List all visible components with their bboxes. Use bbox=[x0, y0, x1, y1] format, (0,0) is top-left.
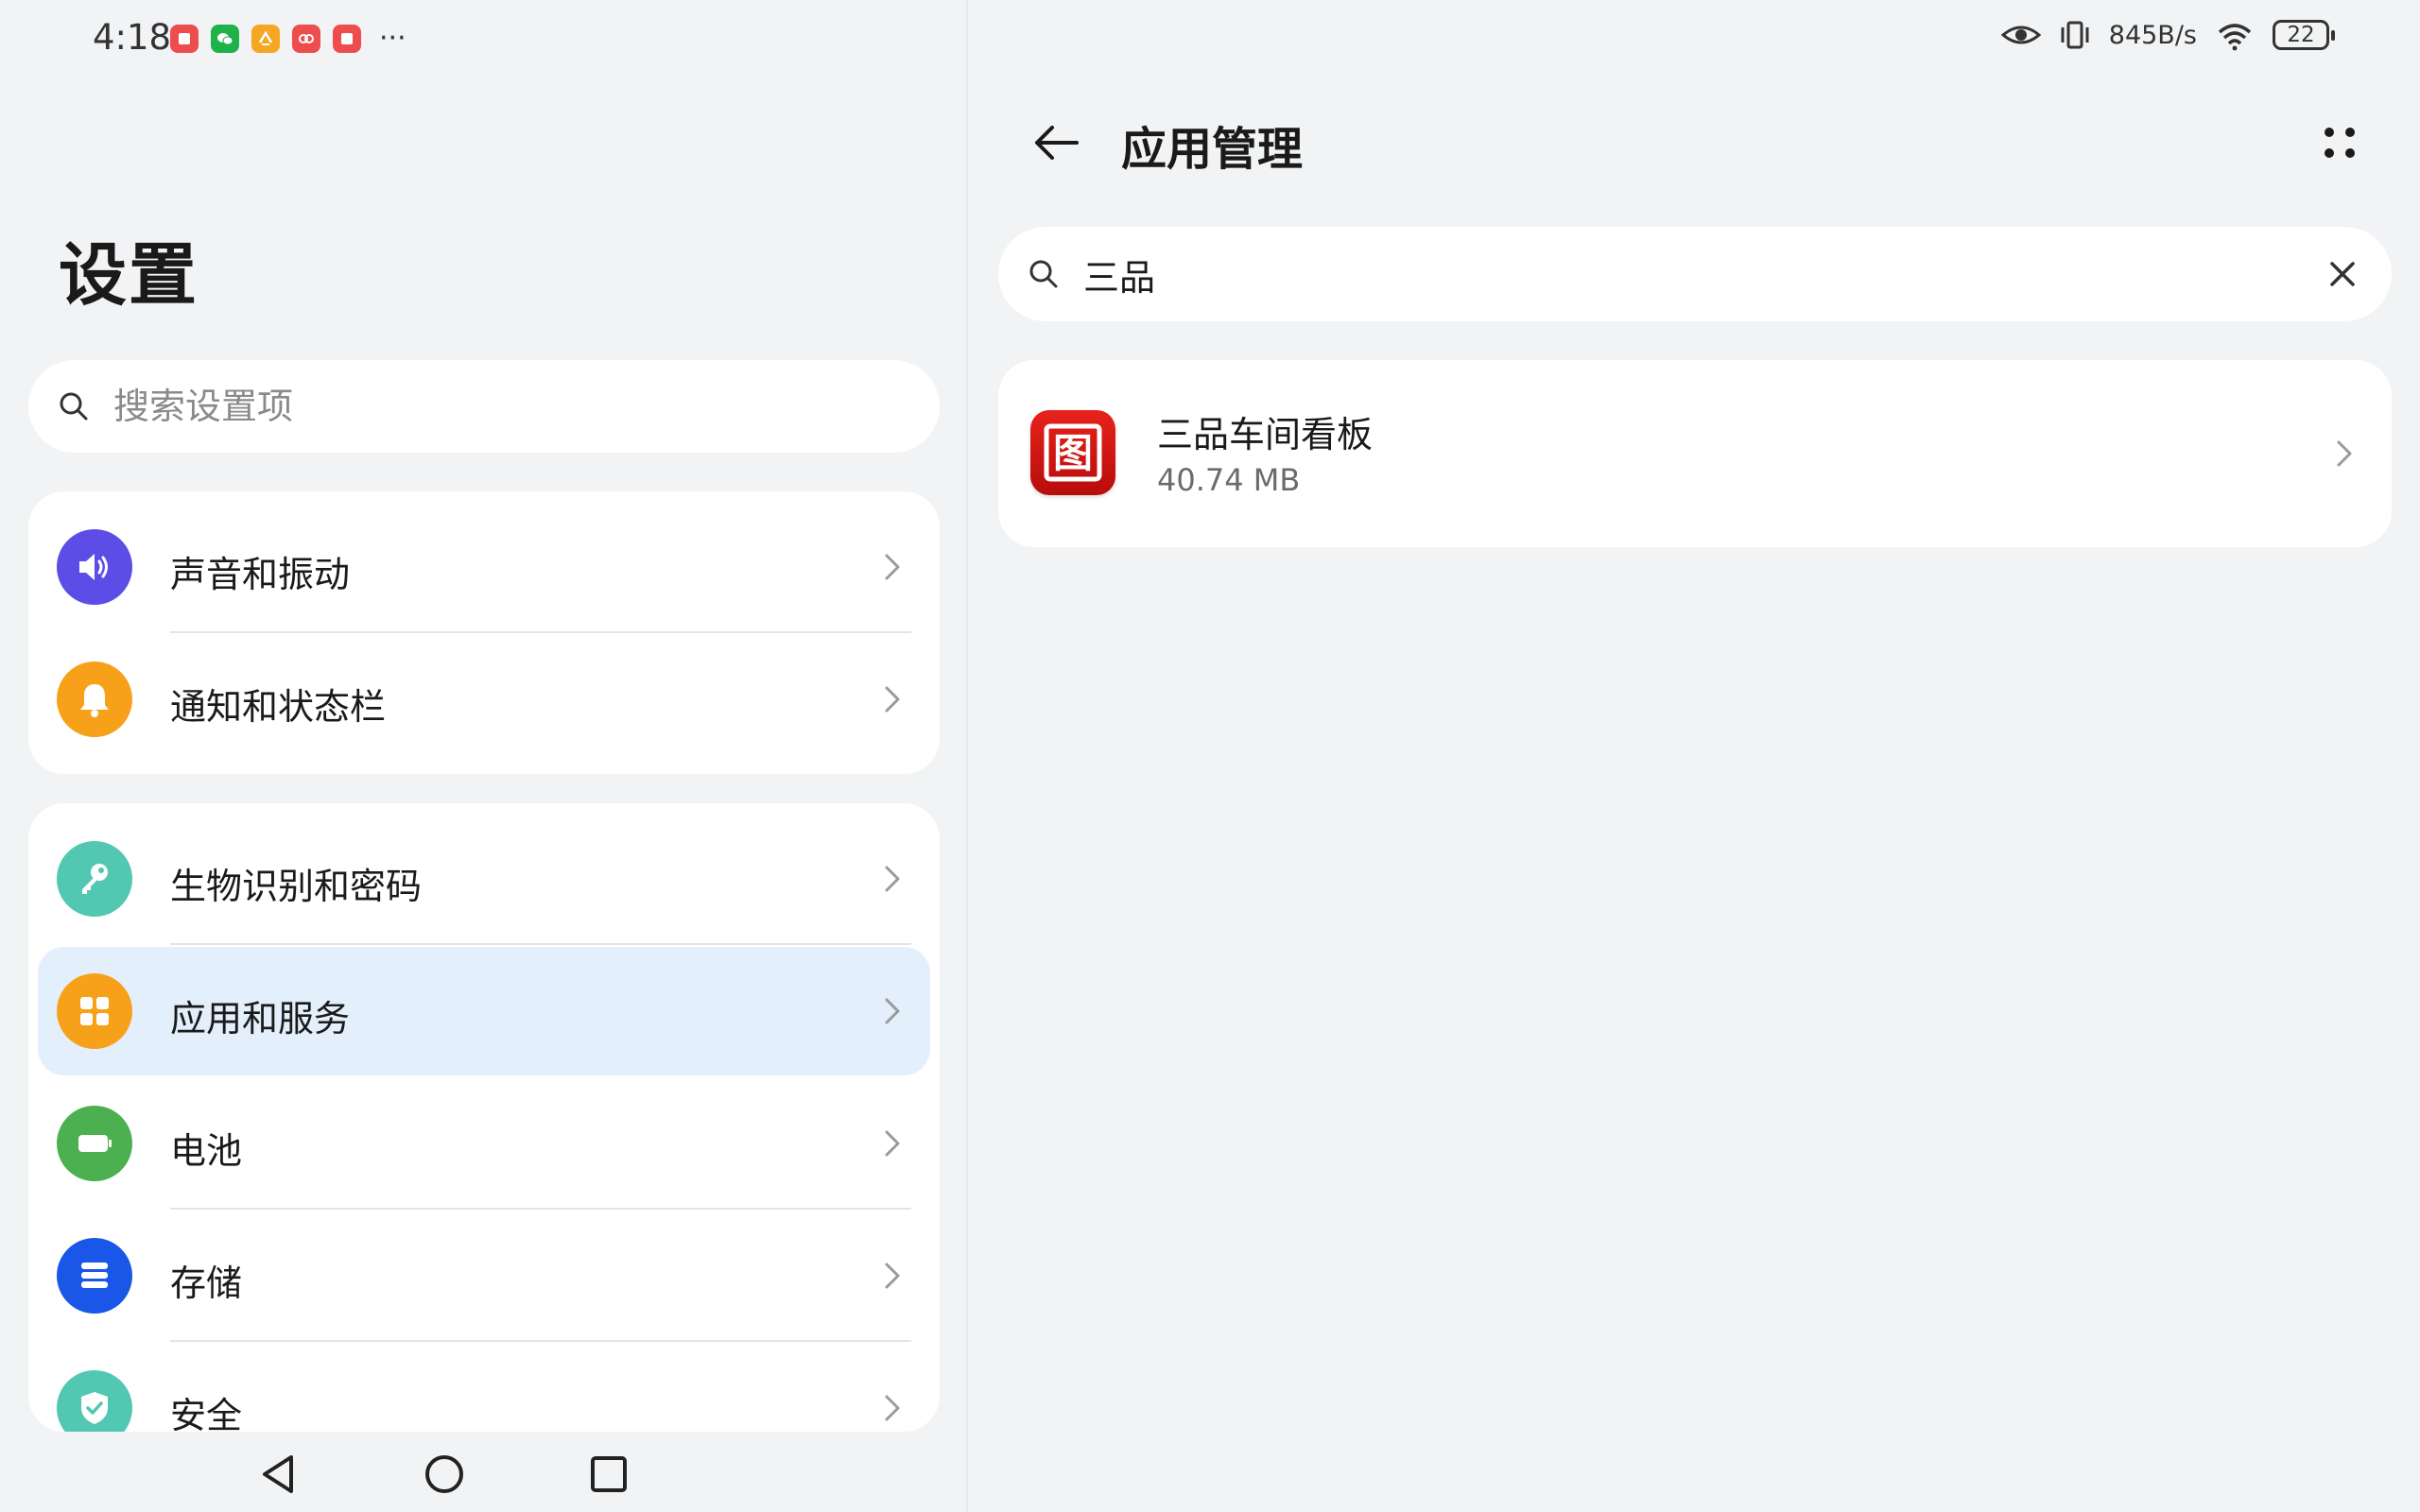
more-dots-icon bbox=[2325, 128, 2355, 158]
app-icon-glyph: 图 bbox=[1053, 430, 1093, 476]
chevron-right-icon bbox=[885, 998, 900, 1024]
app-name: 三品车间看板 bbox=[1157, 414, 1374, 455]
app-size: 40.74 MB bbox=[1157, 462, 1301, 498]
triangle-back-icon bbox=[263, 1455, 293, 1493]
settings-item-label: 应用和服务 bbox=[170, 998, 351, 1040]
key-icon bbox=[57, 841, 132, 917]
settings-item-battery[interactable]: 电池 bbox=[28, 1077, 940, 1210]
settings-search-input[interactable] bbox=[112, 385, 872, 428]
app-icon: 图 bbox=[1030, 410, 1115, 495]
settings-item-apps-services[interactable]: 应用和服务 bbox=[28, 945, 940, 1077]
settings-item-label: 存储 bbox=[170, 1263, 243, 1304]
back-nav-button[interactable] bbox=[251, 1448, 304, 1501]
settings-item-security[interactable]: 安全 bbox=[28, 1342, 940, 1432]
settings-item-label: 生物识别和密码 bbox=[170, 866, 423, 907]
app-list-item[interactable]: 图 三品车间看板 40.74 MB bbox=[998, 360, 2392, 547]
page-title: 应用管理 bbox=[1121, 123, 1304, 176]
back-button[interactable] bbox=[1025, 112, 1087, 174]
circle-home-icon bbox=[425, 1455, 463, 1493]
app-management-pane: 应用管理 图 三品车间看板 40.74 MB bbox=[966, 0, 2420, 1512]
search-icon bbox=[1029, 260, 1058, 288]
settings-group-2: 生物识别和密码 应用和服务 电池 存储 安全 bbox=[28, 803, 940, 1432]
app-search-bar[interactable] bbox=[998, 227, 2392, 321]
settings-item-label: 电池 bbox=[170, 1130, 243, 1172]
home-nav-button[interactable] bbox=[418, 1448, 471, 1501]
settings-item-sound[interactable]: 声音和振动 bbox=[28, 501, 940, 633]
chevron-right-icon bbox=[885, 554, 900, 580]
settings-search-bar[interactable] bbox=[28, 360, 940, 453]
clear-search-button[interactable] bbox=[2322, 253, 2363, 295]
chevron-right-icon bbox=[885, 1130, 900, 1157]
storage-icon bbox=[57, 1238, 132, 1314]
settings-item-label: 安全 bbox=[170, 1395, 243, 1432]
chevron-right-icon bbox=[2337, 440, 2352, 467]
chevron-right-icon bbox=[885, 686, 900, 713]
more-options-button[interactable] bbox=[2307, 110, 2373, 176]
chevron-right-icon bbox=[885, 1263, 900, 1289]
recents-nav-button[interactable] bbox=[582, 1448, 635, 1501]
settings-pane: 设置 声音和振动 通知和状态栏 bbox=[0, 0, 966, 1512]
chevron-right-icon bbox=[885, 866, 900, 892]
chevron-right-icon bbox=[885, 1395, 900, 1421]
settings-item-notifications[interactable]: 通知和状态栏 bbox=[28, 633, 940, 765]
battery-icon bbox=[57, 1106, 132, 1181]
square-recents-icon bbox=[591, 1456, 627, 1492]
app-logo-icon: 图 bbox=[1044, 423, 1102, 482]
settings-group-1: 声音和振动 通知和状态栏 bbox=[28, 491, 940, 774]
settings-item-label: 声音和振动 bbox=[170, 554, 351, 595]
apps-grid-icon bbox=[57, 973, 132, 1049]
settings-item-storage[interactable]: 存储 bbox=[28, 1210, 940, 1342]
search-icon bbox=[60, 392, 88, 421]
shield-icon bbox=[57, 1370, 132, 1432]
close-icon bbox=[2330, 262, 2355, 286]
settings-item-label: 通知和状态栏 bbox=[170, 686, 387, 728]
speaker-icon bbox=[57, 529, 132, 605]
settings-item-biometrics[interactable]: 生物识别和密码 bbox=[28, 813, 940, 945]
page-title: 设置 bbox=[59, 235, 199, 315]
navigation-bar bbox=[0, 1431, 966, 1512]
arrow-left-icon bbox=[1035, 126, 1079, 160]
app-search-input[interactable] bbox=[1081, 252, 2295, 296]
bell-icon bbox=[57, 662, 132, 737]
